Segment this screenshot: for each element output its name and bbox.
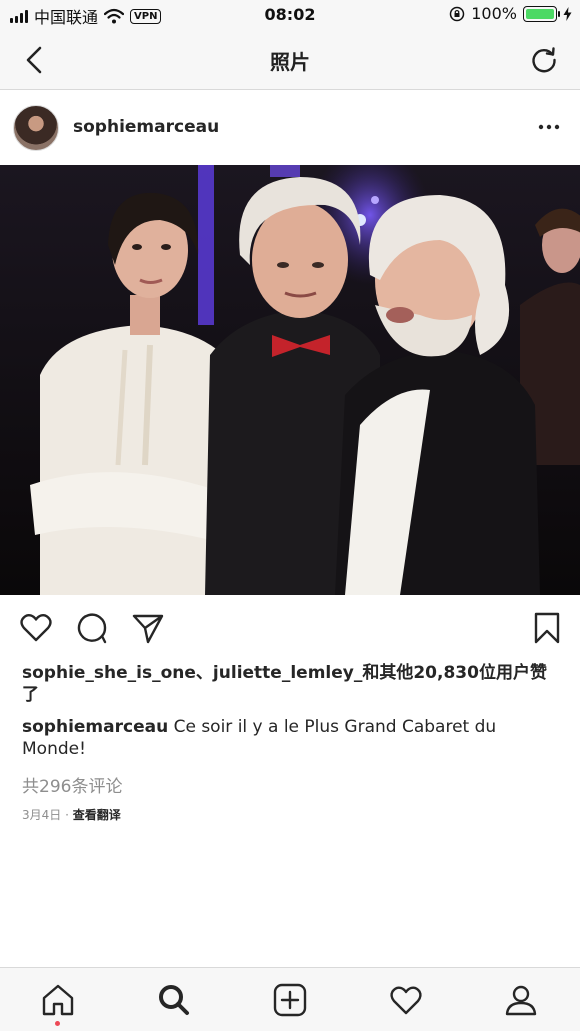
home-icon[interactable]: [40, 982, 76, 1018]
caption-username[interactable]: sophiemarceau: [22, 717, 168, 737]
post-photo[interactable]: [0, 165, 580, 595]
send-icon[interactable]: [131, 611, 165, 645]
profile-icon[interactable]: [503, 982, 539, 1018]
charging-icon: [563, 6, 572, 21]
heart-icon[interactable]: [19, 611, 53, 645]
post-date: 3月4日: [22, 808, 62, 822]
notification-dot: [55, 1021, 60, 1026]
likes-summary[interactable]: sophie_she_is_one、juliette_lemley_和其他20,…: [22, 662, 562, 706]
meta-separator: ·: [61, 808, 73, 822]
avatar[interactable]: [13, 105, 59, 151]
bookmark-icon[interactable]: [530, 611, 564, 645]
view-comments-link[interactable]: 共296条评论: [22, 772, 122, 797]
status-bar: 中国联通 VPN 08:02 100%: [0, 0, 580, 30]
refresh-icon[interactable]: [526, 42, 562, 78]
photo-illustration: [0, 165, 580, 595]
battery-icon: [523, 5, 560, 22]
orientation-lock-icon: [450, 6, 465, 21]
nav-bar: 照片: [0, 30, 580, 90]
post-actions: [0, 595, 580, 661]
status-right: 100%: [449, 4, 572, 23]
post-meta: 3月4日 · 查看翻译: [22, 806, 121, 823]
battery-percent: 100%: [471, 4, 517, 23]
post-header: sophiemarceau: [0, 91, 580, 165]
tab-bar: [0, 967, 580, 1031]
page-title: 照片: [270, 50, 310, 74]
more-horizontal-icon[interactable]: [538, 119, 560, 135]
instagram-post-page: 中国联通 VPN 08:02 100% 照片 sophiemarceau sop…: [0, 0, 580, 1031]
search-icon[interactable]: [156, 982, 192, 1018]
comment-icon[interactable]: [75, 611, 109, 645]
post-caption: sophiemarceau Ce soir il y a le Plus Gra…: [22, 716, 562, 760]
post-username[interactable]: sophiemarceau: [73, 117, 219, 137]
add-icon[interactable]: [272, 982, 308, 1018]
activity-icon[interactable]: [388, 982, 424, 1018]
see-translation-link[interactable]: 查看翻译: [73, 808, 121, 822]
